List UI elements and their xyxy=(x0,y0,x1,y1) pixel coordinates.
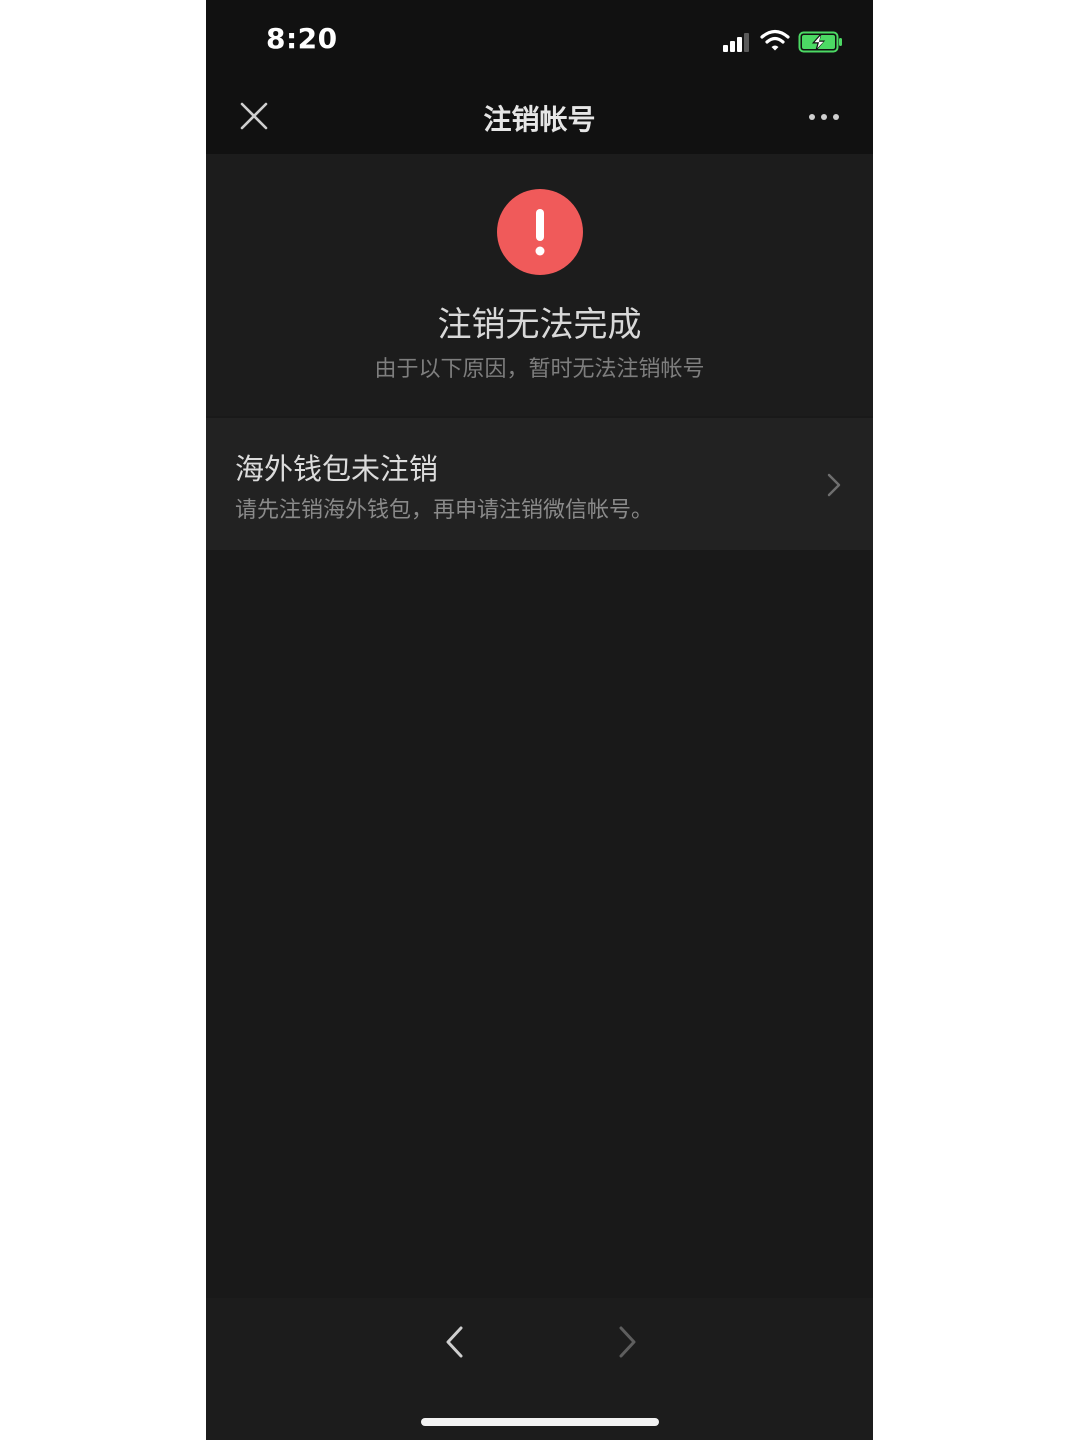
navigation-bar: 注销帐号 xyxy=(206,80,873,154)
chevron-right-icon xyxy=(827,473,841,497)
result-subtitle: 由于以下原因，暂时无法注销帐号 xyxy=(374,357,705,382)
bottom-toolbar xyxy=(206,1298,873,1440)
wifi-icon xyxy=(760,29,790,51)
home-indicator[interactable] xyxy=(421,1418,659,1426)
chevron-left-icon[interactable] xyxy=(440,1324,470,1360)
result-header: 注销无法完成 由于以下原因，暂时无法注销帐号 xyxy=(206,154,873,416)
chevron-right-icon xyxy=(619,1326,636,1358)
list-item-reason[interactable]: 海外钱包未注销 请先注销海外钱包，再申请注销微信帐号。 xyxy=(206,418,873,550)
reason-description: 请先注销海外钱包，再申请注销微信帐号。 xyxy=(235,498,654,523)
battery-charging-icon xyxy=(798,31,842,53)
more-dots-icon[interactable] xyxy=(804,100,844,134)
exclamation-icon xyxy=(497,189,583,275)
result-title: 注销无法完成 xyxy=(437,305,642,345)
status-bar: 8:20 xyxy=(206,0,873,80)
status-time: 8:20 xyxy=(266,22,338,55)
page-title: 注销帐号 xyxy=(483,103,596,136)
signal-icon xyxy=(723,33,749,52)
reason-title: 海外钱包未注销 xyxy=(235,452,439,486)
phone-screen: 8:20 注销帐号 注销无法完成 由于以下原因，暂时无法注销帐号 海外钱包未注销… xyxy=(206,0,873,1440)
